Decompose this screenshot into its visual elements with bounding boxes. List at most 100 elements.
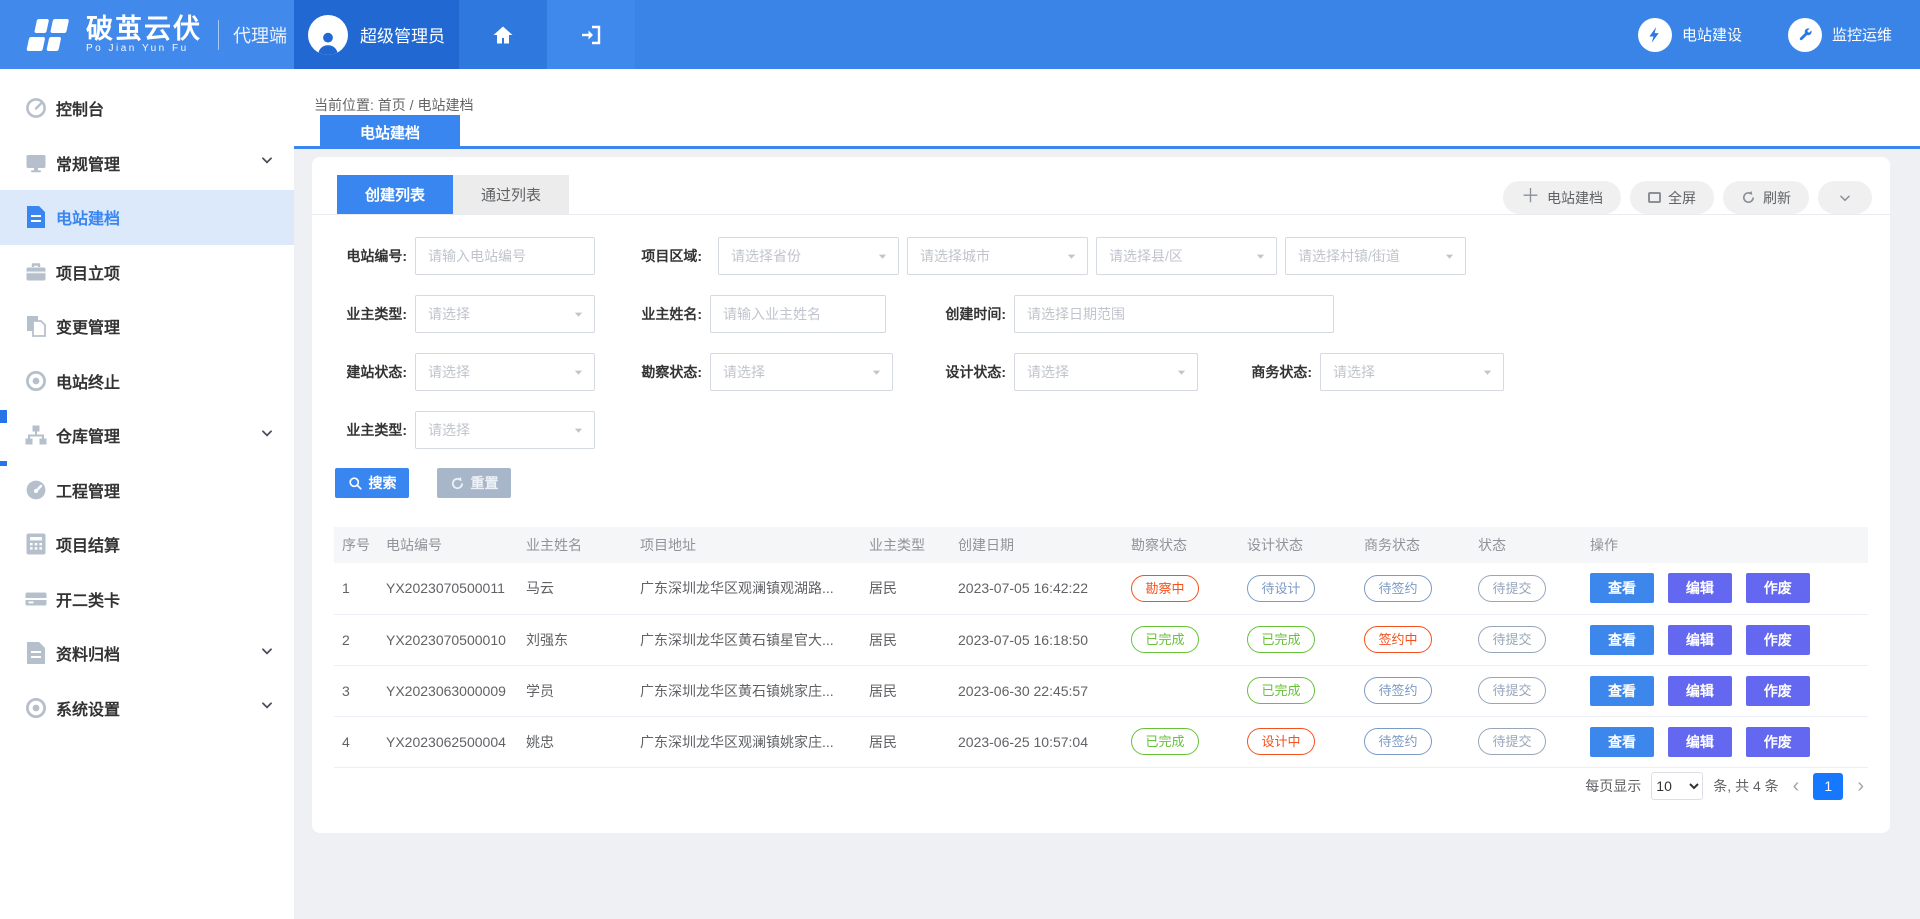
user-menu[interactable]: 超级管理员 <box>294 0 459 69</box>
cell-owner-type: 居民 <box>861 665 950 716</box>
sidebar-item-label: 系统设置 <box>56 696 120 720</box>
fullscreen-button[interactable]: 全屏 <box>1630 181 1714 214</box>
sidebar-item-project-settlement[interactable]: 项目结算 <box>0 517 294 572</box>
table-row: 4 YX2023062500004 姚忠 广东深圳龙华区观澜镇姚家庄... 居民… <box>334 716 1868 767</box>
county-select[interactable]: 请选择县/区 <box>1096 237 1277 275</box>
date-range-input[interactable] <box>1014 295 1334 333</box>
view-button[interactable]: 查看 <box>1590 727 1654 757</box>
business-status-badge: 待签约 <box>1364 575 1432 602</box>
void-button[interactable]: 作废 <box>1746 676 1810 706</box>
business-status-badge: 待签约 <box>1364 677 1432 704</box>
design-status-select[interactable]: 请选择 <box>1014 353 1198 391</box>
logout-button[interactable] <box>547 0 635 69</box>
design-status-badge: 已完成 <box>1247 677 1315 704</box>
business-status-placeholder: 请选择 <box>1333 362 1375 382</box>
survey-status-badge: 已完成 <box>1131 626 1199 653</box>
cell-owner: 学员 <box>518 665 632 716</box>
sidebar-item-dashboard[interactable]: 控制台 <box>0 81 294 136</box>
station-table: 序号 电站编号 业主姓名 项目地址 业主类型 创建日期 勘察状态 设计状态 商务… <box>334 527 1868 768</box>
document-icon <box>24 205 48 229</box>
reset-label: 重置 <box>471 473 499 493</box>
edit-button[interactable]: 编辑 <box>1668 676 1732 706</box>
logo-title: 破茧云伏 <box>86 15 202 43</box>
next-page-button[interactable]: › <box>1853 775 1868 798</box>
owner-name-input[interactable] <box>710 295 886 333</box>
sidebar: 控制台 常规管理 电站建档 项目立项 变更管理 电站终止 <box>0 69 294 919</box>
nav-monitor-ops[interactable]: 监控运维 <box>1788 18 1892 52</box>
breadcrumb-prefix: 当前位置: <box>314 97 374 113</box>
home-button[interactable] <box>459 0 547 69</box>
per-page-select[interactable]: 10 <box>1651 772 1703 800</box>
edit-button[interactable]: 编辑 <box>1668 625 1732 655</box>
view-button[interactable]: 查看 <box>1590 676 1654 706</box>
status-badge: 待提交 <box>1478 626 1546 653</box>
prev-page-button[interactable]: ‹ <box>1789 775 1804 798</box>
breadcrumb-separator: / <box>410 97 414 113</box>
dashboard-icon <box>24 96 48 120</box>
wrench-icon <box>1796 26 1814 44</box>
build-status-select[interactable]: 请选择 <box>415 353 595 391</box>
col-survey-status: 勘察状态 <box>1123 527 1239 563</box>
page-tab-station-archive[interactable]: 电站建档 <box>320 115 460 149</box>
survey-status-badge: 勘察中 <box>1131 575 1199 602</box>
business-status-select[interactable]: 请选择 <box>1320 353 1504 391</box>
sidebar-scrollbar-mark[interactable] <box>0 410 7 423</box>
station-no-input[interactable] <box>415 237 595 275</box>
refresh-button[interactable]: 刷新 <box>1723 181 1809 214</box>
province-select[interactable]: 请选择省份 <box>718 237 899 275</box>
sidebar-item-project-initiation[interactable]: 项目立项 <box>0 245 294 300</box>
sidebar-item-data-archive[interactable]: 资料归档 <box>0 626 294 681</box>
view-button[interactable]: 查看 <box>1590 573 1654 603</box>
nav-station-build[interactable]: 电站建设 <box>1638 18 1742 52</box>
search-button[interactable]: 搜索 <box>335 468 409 498</box>
void-button[interactable]: 作废 <box>1746 625 1810 655</box>
user-name: 超级管理员 <box>360 22 445 47</box>
edit-button[interactable]: 编辑 <box>1668 573 1732 603</box>
col-business-status: 商务状态 <box>1356 527 1470 563</box>
sidebar-item-system-settings[interactable]: 系统设置 <box>0 681 294 736</box>
sidebar-item-change-mgmt[interactable]: 变更管理 <box>0 299 294 354</box>
search-icon <box>348 476 363 491</box>
business-status-badge: 签约中 <box>1364 626 1432 653</box>
sidebar-item-label: 电站终止 <box>56 369 120 393</box>
chevron-down-icon <box>260 153 274 172</box>
sidebar-item-warehouse-mgmt[interactable]: 仓库管理 <box>0 408 294 463</box>
reset-button[interactable]: 重置 <box>437 468 511 498</box>
sidebar-item-label: 变更管理 <box>56 314 120 338</box>
void-button[interactable]: 作废 <box>1746 727 1810 757</box>
sidebar-item-station-archive[interactable]: 电站建档 <box>0 190 294 245</box>
add-station-button[interactable]: ＋ 电站建档 <box>1503 181 1621 214</box>
tab-create-list[interactable]: 创建列表 <box>337 175 453 214</box>
build-status-placeholder: 请选择 <box>428 362 470 382</box>
chevron-down-icon <box>1838 191 1852 205</box>
edit-button[interactable]: 编辑 <box>1668 727 1732 757</box>
breadcrumb-home[interactable]: 首页 <box>378 97 406 113</box>
refresh-icon <box>1741 190 1756 205</box>
town-select[interactable]: 请选择村镇/街道 <box>1285 237 1466 275</box>
col-index: 序号 <box>334 527 378 563</box>
add-station-label: 电站建档 <box>1547 188 1603 208</box>
survey-status-select[interactable]: 请选择 <box>710 353 893 391</box>
gauge-icon <box>24 478 48 502</box>
home-icon <box>491 23 515 47</box>
col-create-date: 创建日期 <box>950 527 1123 563</box>
table-row: 1 YX2023070500011 马云 广东深圳龙华区观澜镇观湖路... 居民… <box>334 563 1868 614</box>
city-select[interactable]: 请选择城市 <box>907 237 1088 275</box>
filter-label-owner-name: 业主姓名: <box>622 304 702 324</box>
page-1-button[interactable]: 1 <box>1813 773 1843 800</box>
sidebar-item-label: 常规管理 <box>56 151 120 175</box>
sidebar-scrollbar-mark[interactable] <box>0 461 7 466</box>
sidebar-item-general-mgmt[interactable]: 常规管理 <box>0 136 294 191</box>
cell-station-id: YX2023070500011 <box>378 563 518 614</box>
sidebar-item-open-type2-card[interactable]: 开二类卡 <box>0 572 294 627</box>
tab-passed-list[interactable]: 通过列表 <box>453 175 569 214</box>
owner-type-select[interactable]: 请选择 <box>415 295 595 333</box>
void-button[interactable]: 作废 <box>1746 573 1810 603</box>
view-button[interactable]: 查看 <box>1590 625 1654 655</box>
caret-down-icon <box>1255 251 1266 262</box>
sidebar-item-station-terminate[interactable]: 电站终止 <box>0 354 294 409</box>
owner-type2-select[interactable]: 请选择 <box>415 411 595 449</box>
sidebar-item-engineering-mgmt[interactable]: 工程管理 <box>0 463 294 518</box>
collapse-button[interactable] <box>1818 181 1872 214</box>
design-status-badge: 已完成 <box>1247 626 1315 653</box>
